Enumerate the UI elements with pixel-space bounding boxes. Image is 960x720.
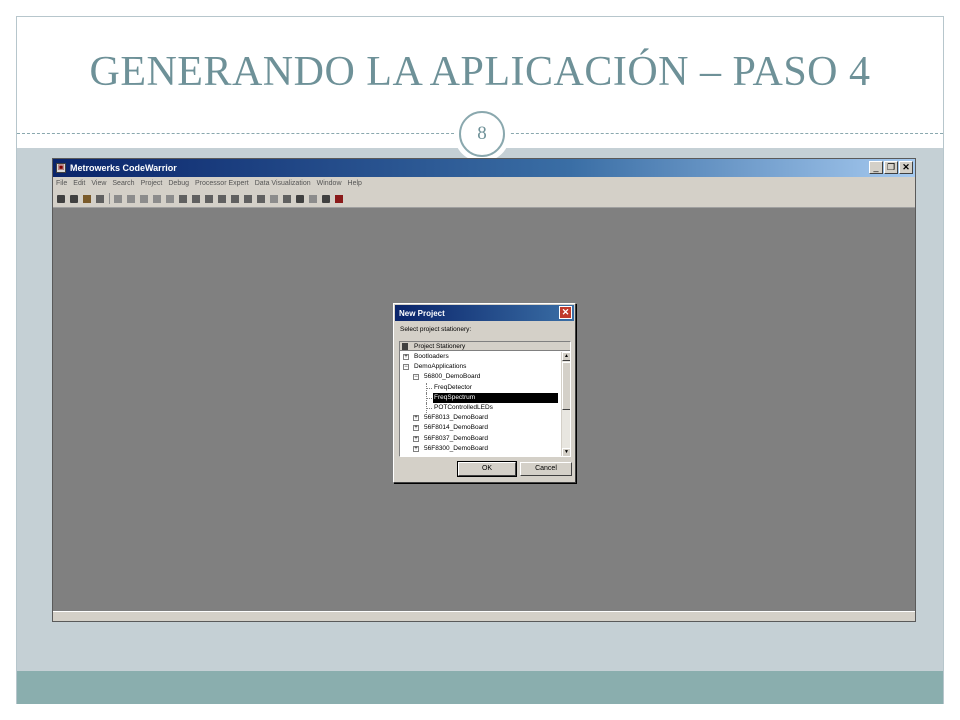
cut-icon[interactable]	[138, 193, 149, 204]
toolbar-separator	[109, 193, 110, 204]
dialog-title: New Project	[399, 308, 445, 318]
slide-title: GENERANDO LA APLICACIÓN – PASO 4	[89, 49, 871, 95]
tree-scrollbar[interactable]: ▲ ▼	[561, 352, 570, 456]
redo-icon[interactable]	[125, 193, 136, 204]
tree-item-label: DemoApplications	[414, 363, 467, 371]
menu-processor-expert[interactable]: Processor Expert	[195, 180, 249, 187]
find-icon[interactable]	[177, 193, 188, 204]
scroll-thumb[interactable]	[562, 362, 570, 410]
paste-icon[interactable]	[164, 193, 175, 204]
breakpoint-icon[interactable]	[281, 193, 292, 204]
tree-item-label: FreqSpectrum	[433, 392, 558, 403]
expand-icon[interactable]: +	[413, 415, 419, 422]
tree-item-label: POTControlledLEDs	[434, 403, 493, 411]
restore-button[interactable]: ❐	[884, 161, 898, 174]
menu-debug[interactable]: Debug	[168, 180, 189, 187]
window-titlebar[interactable]: ▣ Metrowerks CodeWarrior _ ❐ ✕	[53, 159, 915, 177]
tree-item-label: Bootloaders	[414, 353, 449, 360]
tree-branch-tick	[426, 387, 432, 389]
page-number: 8	[459, 111, 505, 157]
new-text-file-icon[interactable]	[55, 193, 66, 204]
footer-band	[17, 671, 943, 704]
new-project-dialog: New Project ✕ Select project stationery:…	[393, 303, 576, 483]
disassemble-icon[interactable]	[320, 193, 331, 204]
tree-item[interactable]: +56F8014_DemoBoard	[400, 423, 560, 433]
open-icon[interactable]	[81, 193, 92, 204]
tree-item-label: 56F8037_DemoBoard	[424, 434, 488, 442]
stationery-icon	[402, 342, 408, 350]
menu-search[interactable]: Search	[112, 180, 134, 187]
menu-window[interactable]: Window	[317, 180, 342, 187]
tree-item[interactable]: FreqSpectrum	[400, 392, 560, 403]
scroll-up-button[interactable]: ▲	[562, 352, 570, 361]
processor-expert-icon[interactable]	[307, 193, 318, 204]
codewarrior-window: ▣ Metrowerks CodeWarrior _ ❐ ✕ File Edit…	[52, 158, 916, 622]
tree-item[interactable]: FreqDetector	[400, 382, 560, 393]
menu-file[interactable]: File	[56, 180, 67, 187]
save-icon[interactable]	[94, 193, 105, 204]
settings-icon[interactable]	[333, 193, 344, 204]
tree-item[interactable]: +56F8037_DemoBoard	[400, 434, 560, 444]
new-project-icon[interactable]	[68, 193, 79, 204]
tree-branch-tick	[426, 397, 432, 399]
make-icon[interactable]	[203, 193, 214, 204]
tree-item-label: 56F8014_DemoBoard	[424, 424, 488, 432]
stationery-tree[interactable]: Project Stationery + Bootloaders − DemoAppl…	[399, 341, 571, 457]
debug-icon[interactable]	[216, 193, 227, 204]
window-title: Metrowerks CodeWarrior	[70, 163, 177, 173]
ok-button[interactable]: OK	[457, 461, 517, 477]
cancel-button[interactable]: Cancel	[520, 462, 572, 476]
tree-item[interactable]: −56800_DemoBoard	[400, 372, 560, 382]
tree-item[interactable]: +56F8300_DemoBoard	[400, 444, 560, 454]
tree-item[interactable]: POTControlledLEDs	[400, 402, 560, 413]
scroll-down-button[interactable]: ▼	[562, 448, 570, 456]
menu-project[interactable]: Project	[141, 180, 163, 187]
toolbar	[53, 190, 915, 208]
tree-item[interactable]: + Bootloaders	[400, 352, 560, 362]
menu-help[interactable]: Help	[348, 180, 362, 187]
tree-branch-tick	[426, 407, 432, 409]
tree-item-label: FreqDetector	[434, 383, 472, 391]
compile-icon[interactable]	[294, 193, 305, 204]
dialog-titlebar[interactable]: New Project ✕	[395, 305, 574, 321]
minimize-button[interactable]: _	[869, 161, 883, 174]
tree-item-label: 56800_DemoBoard	[424, 373, 481, 381]
expand-icon[interactable]: +	[403, 354, 409, 360]
menu-view[interactable]: View	[91, 180, 106, 187]
tree-item[interactable]: +56F8013_DemoBoard	[400, 413, 560, 423]
tree-item[interactable]: − DemoApplications	[400, 362, 560, 372]
tree-list: + Bootloaders − DemoApplications −56800_Demo…	[400, 352, 560, 456]
window-buttons: _ ❐ ✕	[869, 161, 913, 174]
status-bar	[53, 611, 915, 621]
tree-item-label: 56F8013_DemoBoard	[424, 414, 488, 422]
dialog-prompt: Select project stationery:	[400, 326, 472, 333]
dialog-close-button[interactable]: ✕	[559, 306, 572, 319]
collapse-icon[interactable]: −	[403, 364, 409, 371]
tree-item-label: 56F8300_DemoBoard	[424, 444, 488, 452]
menu-data-visualization[interactable]: Data Visualization	[255, 180, 311, 187]
tree-header-label: Project Stationery	[414, 342, 466, 350]
tree-header[interactable]: Project Stationery	[400, 342, 570, 351]
menu-edit[interactable]: Edit	[73, 180, 85, 187]
copy-icon[interactable]	[151, 193, 162, 204]
codewarrior-icon: ▣	[56, 163, 66, 173]
undo-icon[interactable]	[112, 193, 123, 204]
close-window-button[interactable]: ✕	[899, 161, 913, 174]
expand-icon[interactable]: +	[413, 425, 419, 432]
reset-icon[interactable]	[255, 193, 266, 204]
expand-icon[interactable]: +	[413, 435, 419, 442]
stop-icon[interactable]	[242, 193, 253, 204]
step-icon[interactable]	[268, 193, 279, 204]
expand-icon[interactable]: +	[413, 445, 419, 452]
bring-up-to-date-icon[interactable]	[190, 193, 201, 204]
collapse-icon[interactable]: −	[413, 374, 419, 381]
menubar: File Edit View Search Project Debug Proc…	[53, 177, 915, 190]
run-icon[interactable]	[229, 193, 240, 204]
